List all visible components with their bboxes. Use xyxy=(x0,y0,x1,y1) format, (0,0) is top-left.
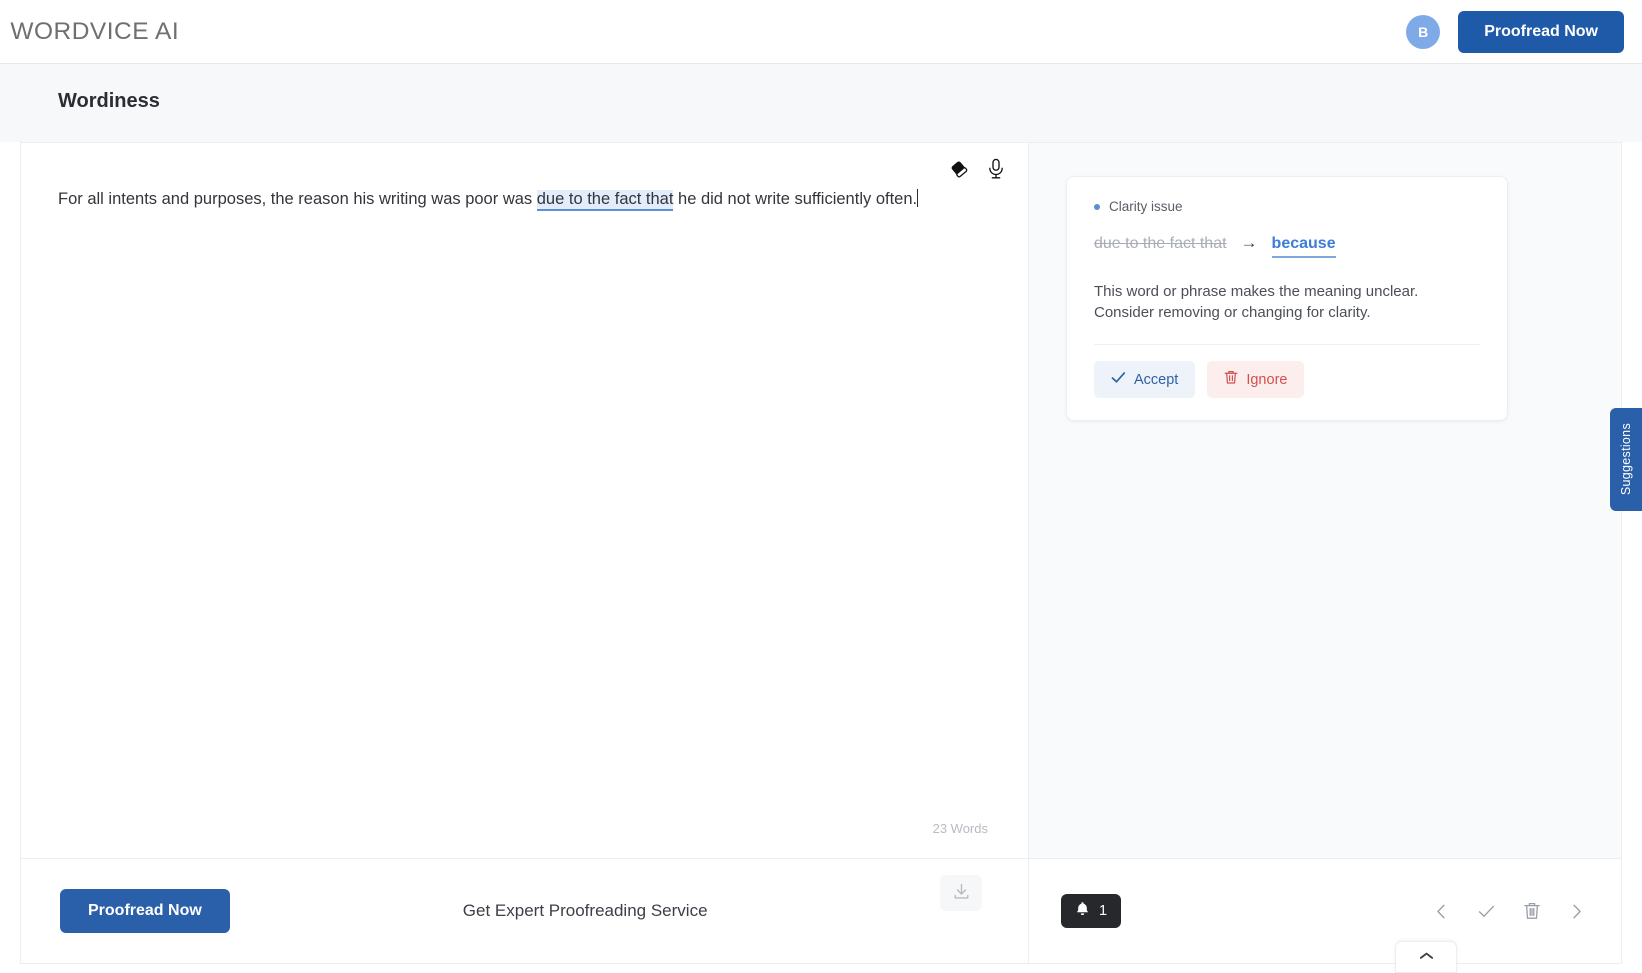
avatar[interactable]: B xyxy=(1406,14,1441,49)
ignore-button[interactable]: Ignore xyxy=(1207,361,1305,399)
suggestion-description: This word or phrase makes the meaning un… xyxy=(1094,283,1419,321)
wordvice-logo[interactable]: WORDVICE AI xyxy=(10,18,179,46)
workspace: For all intents and purposes, the reason… xyxy=(20,142,1622,858)
accept-button[interactable]: Accept xyxy=(1094,361,1196,399)
replacement-phrase[interactable]: because xyxy=(1271,235,1336,258)
top-bar: WORDVICE AI B Proofread Now xyxy=(0,0,1642,64)
notification-count: 1 xyxy=(1099,903,1108,919)
footer-bar: Proofread Now Get Expert Proofreading Se… xyxy=(20,858,1622,973)
editor-text-body[interactable]: For all intents and purposes, the reason… xyxy=(58,187,968,213)
editor-toolbar xyxy=(948,157,1006,181)
page-heading-band: Wordiness xyxy=(0,64,1642,142)
issue-type-row: Clarity issue xyxy=(1094,199,1480,214)
top-bar-actions: B Proofread Now xyxy=(1406,10,1624,53)
microphone-icon[interactable] xyxy=(986,157,1006,181)
text-caret xyxy=(917,189,919,207)
proofread-now-button-footer[interactable]: Proofread Now xyxy=(60,889,230,933)
trash-icon-nav[interactable] xyxy=(1523,901,1541,921)
accept-label: Accept xyxy=(1134,371,1179,388)
trash-icon xyxy=(1224,370,1238,389)
arrow-icon: → xyxy=(1240,233,1258,252)
suggestion-actions: Accept Ignore xyxy=(1094,361,1480,399)
suggestion-pane: Clarity issue due to the fact that → bec… xyxy=(1029,143,1621,858)
editor-pane[interactable]: For all intents and purposes, the reason… xyxy=(21,143,1029,858)
download-icon xyxy=(952,882,971,904)
suggestions-side-tab-label: Suggestions xyxy=(1619,423,1633,496)
footer-right-section: 1 xyxy=(1029,859,1621,973)
editor-text-before: For all intents and purposes, the reason… xyxy=(58,190,537,208)
notification-badge[interactable]: 1 xyxy=(1061,894,1122,928)
suggestions-side-tab[interactable]: Suggestions xyxy=(1610,408,1642,511)
proofread-now-button-header[interactable]: Proofread Now xyxy=(1458,10,1624,53)
page-title: Wordiness xyxy=(58,90,160,112)
ignore-label: Ignore xyxy=(1246,371,1288,388)
suggestion-change-row: due to the fact that → because xyxy=(1094,233,1480,258)
word-count: 23 Words xyxy=(932,821,988,836)
editor-text-after: he did not write sufficiently often. xyxy=(673,190,918,208)
issue-type-label: Clarity issue xyxy=(1109,199,1183,214)
divider xyxy=(1094,344,1480,346)
check-icon xyxy=(1111,371,1126,388)
chevron-right-icon[interactable] xyxy=(1568,902,1585,921)
download-button[interactable] xyxy=(940,875,982,911)
chevron-up-icon xyxy=(1419,948,1434,966)
footer-left-section: Proofread Now Get Expert Proofreading Se… xyxy=(21,859,1029,963)
eraser-icon[interactable] xyxy=(948,158,970,180)
popup-toggle-button[interactable] xyxy=(1395,941,1457,973)
issue-dot-icon xyxy=(1094,203,1100,210)
original-phrase: due to the fact that xyxy=(1094,235,1227,252)
suggestion-nav-controls xyxy=(1433,901,1585,921)
check-icon-nav[interactable] xyxy=(1477,903,1496,920)
expert-proofreading-link[interactable]: Get Expert Proofreading Service xyxy=(463,901,708,921)
highlighted-phrase[interactable]: due to the fact that xyxy=(536,190,674,211)
suggestion-card[interactable]: Clarity issue due to the fact that → bec… xyxy=(1066,176,1508,422)
chevron-left-icon[interactable] xyxy=(1433,902,1450,921)
bell-icon xyxy=(1075,901,1090,921)
